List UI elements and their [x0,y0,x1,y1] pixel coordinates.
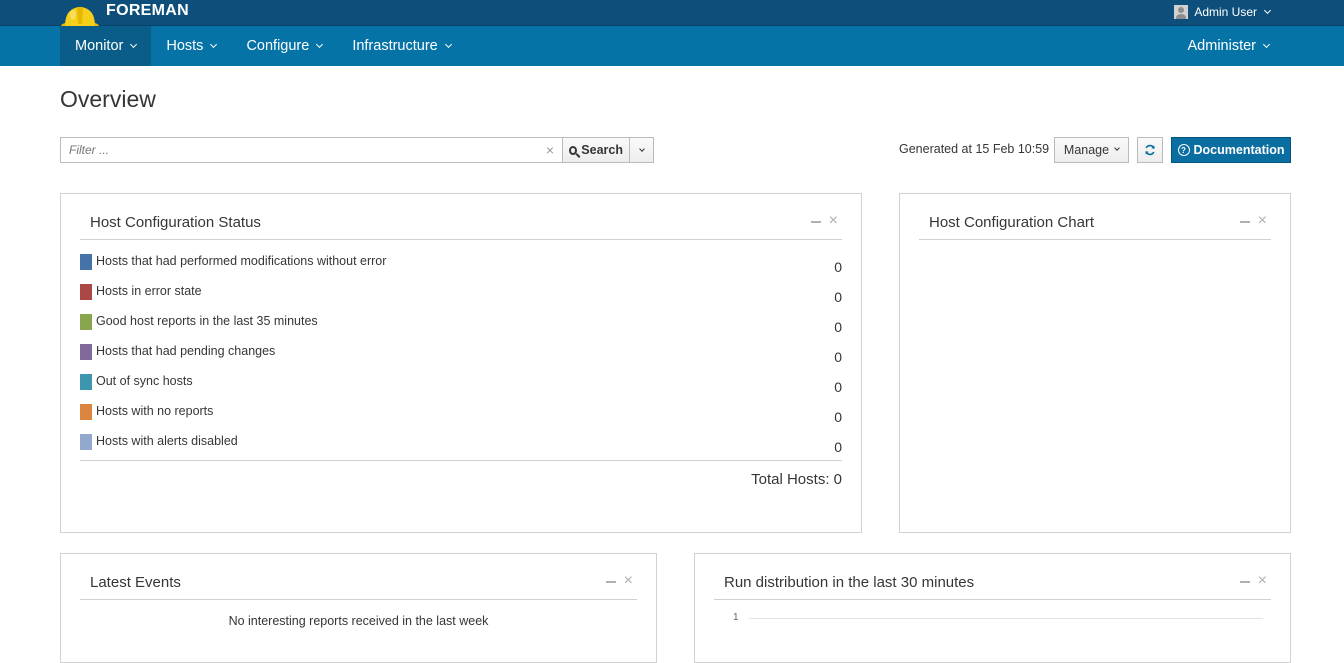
host-configuration-chart-widget: Host Configuration Chart × [899,193,1291,533]
close-icon[interactable]: × [829,213,838,229]
chevron-down-icon [316,40,324,48]
run-distribution-widget: Run distribution in the last 30 minutes … [694,553,1291,663]
search-icon [569,145,578,155]
chevron-down-icon [1114,145,1120,151]
legend-swatch [80,434,92,450]
nav-item-infrastructure[interactable]: Infrastructure [337,26,465,66]
refresh-icon [1145,144,1155,156]
user-menu-label: Admin User [1194,5,1257,19]
refresh-button[interactable] [1137,137,1163,163]
page-title: Overview [60,86,156,112]
chevron-down-icon [1263,6,1272,14]
clear-icon[interactable]: × [546,142,554,158]
empty-message: No interesting reports received in the l… [228,614,489,628]
status-link[interactable]: Good host reports in the last 35 minutes [96,314,318,328]
latest-events-widget: Latest Events × No interesting reports r… [60,553,657,663]
status-count: 0 [834,409,842,425]
status-count: 0 [834,349,842,365]
main-nav: Monitor Hosts Configure Infrastructure A… [0,26,1344,66]
documentation-button-label: Documentation [1193,143,1285,157]
close-icon[interactable]: × [624,573,633,589]
documentation-button[interactable]: ? Documentation [1171,137,1291,163]
status-link[interactable]: Hosts in error state [96,284,202,298]
gridline [749,618,1263,619]
search-button-label: Search [581,143,623,157]
manage-button[interactable]: Manage [1054,137,1129,163]
chevron-down-icon [210,40,218,48]
chevron-down-icon [1262,40,1271,48]
search-options-button[interactable] [630,137,654,163]
minimize-icon[interactable] [1239,581,1250,583]
status-count: 0 [834,379,842,395]
chevron-down-icon [444,40,452,48]
nav-item-administer[interactable]: Administer [1173,26,1285,66]
nav-item-label: Monitor [75,38,124,54]
legend-swatch [80,374,92,390]
total-hosts: Total Hosts: 0 [751,471,842,488]
status-link[interactable]: Hosts with alerts disabled [96,434,238,448]
minimize-icon[interactable] [1239,221,1250,223]
generated-timestamp: Generated at 15 Feb 10:59 [899,142,1050,156]
status-row: Hosts with no reports 0 [80,404,842,434]
user-menu[interactable]: Admin User [1174,5,1272,19]
search-bar: × Search [60,137,654,163]
widget-header: Run distribution in the last 30 minutes … [714,554,1271,600]
status-row: Out of sync hosts 0 [80,374,842,404]
status-list: Hosts that had performed modifications w… [80,254,842,464]
minimize-icon[interactable] [810,221,821,223]
widget-title: Host Configuration Chart [929,214,1095,231]
chevron-down-icon [638,146,645,152]
nav-item-label: Administer [1187,38,1257,54]
legend-swatch [80,404,92,420]
status-row: Hosts in error state 0 [80,284,842,314]
close-icon[interactable]: × [1258,213,1267,229]
status-count: 0 [834,289,842,305]
nav-item-monitor[interactable]: Monitor [60,26,152,66]
widget-title: Run distribution in the last 30 minutes [724,574,975,591]
top-bar: FOREMAN Admin User [0,0,1344,31]
nav-item-label: Infrastructure [352,38,438,54]
widget-header: Latest Events × [80,554,637,600]
legend-swatch [80,344,92,360]
help-icon: ? [1177,144,1190,156]
status-link[interactable]: Hosts that had performed modifications w… [96,254,386,268]
widget-title: Host Configuration Status [90,214,261,231]
host-configuration-status-widget: Host Configuration Status × Hosts that h… [60,193,862,533]
status-link[interactable]: Out of sync hosts [96,374,193,388]
y-axis-tick: 1 [733,612,739,623]
status-row: Hosts that had performed modifications w… [80,254,842,284]
nav-item-label: Hosts [166,38,204,54]
status-count: 0 [834,319,842,335]
legend-swatch [80,284,92,300]
widget-header: Host Configuration Status × [80,194,842,240]
manage-button-label: Manage [1063,143,1110,157]
widget-header: Host Configuration Chart × [919,194,1271,240]
chevron-down-icon [130,40,138,48]
status-link[interactable]: Hosts with no reports [96,404,213,418]
status-row: Good host reports in the last 35 minutes… [80,314,842,344]
status-link[interactable]: Hosts that had pending changes [96,344,275,358]
legend-swatch [80,314,92,330]
minimize-icon[interactable] [605,581,616,583]
user-avatar-icon [1174,5,1189,19]
nav-item-label: Configure [246,38,310,54]
nav-item-configure[interactable]: Configure [231,26,337,66]
legend-swatch [80,254,92,270]
search-button[interactable]: Search [562,137,630,163]
status-row: Hosts that had pending changes 0 [80,344,842,374]
status-count: 0 [834,439,842,455]
close-icon[interactable]: × [1258,573,1267,589]
filter-input[interactable] [60,137,562,163]
widget-title: Latest Events [90,574,181,591]
status-count: 0 [834,259,842,275]
brand[interactable]: FOREMAN [60,0,189,31]
brand-name: FOREMAN [106,2,189,19]
divider [80,460,842,461]
nav-item-hosts[interactable]: Hosts [151,26,231,66]
